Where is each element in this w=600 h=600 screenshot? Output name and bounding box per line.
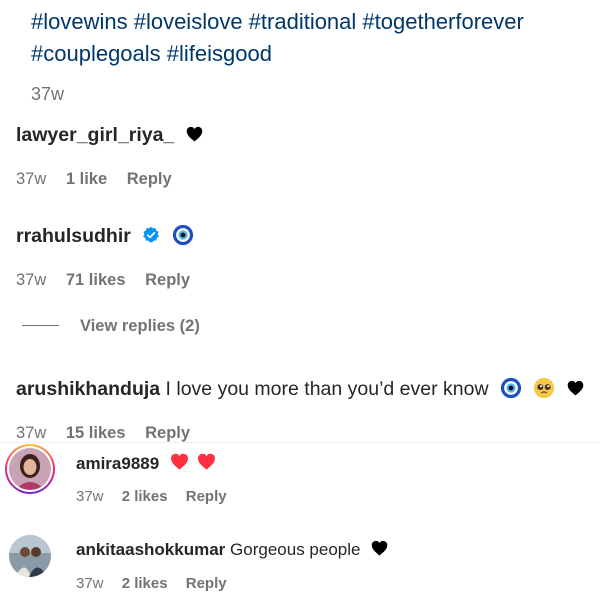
comment-username[interactable]: rrahulsudhir <box>16 225 131 247</box>
black-heart-icon <box>371 540 388 556</box>
black-heart-icon <box>567 380 584 396</box>
comment-item: rrahulsudhir 37w 71 likes Reply <box>16 223 205 290</box>
comment-likes[interactable]: 15 likes <box>66 424 126 443</box>
comment-timestamp[interactable]: 37w <box>16 424 46 443</box>
reply-likes[interactable]: 2 likes <box>122 575 168 592</box>
reply-text: Gorgeous people <box>230 540 361 559</box>
evil-eye-icon <box>500 377 522 399</box>
comment-username[interactable]: arushikhanduja <box>16 378 160 400</box>
avatar <box>9 448 51 490</box>
view-replies-line <box>22 325 59 326</box>
evil-eye-icon <box>172 224 193 246</box>
reply-username[interactable]: ankitaashokkumar <box>76 540 225 559</box>
caption-timestamp[interactable]: 37w <box>31 84 64 105</box>
comment-likes[interactable]: 71 likes <box>66 271 126 290</box>
reply-likes[interactable]: 2 likes <box>122 488 168 505</box>
comment-text: I love you more than you’d ever know <box>165 378 489 400</box>
comment-likes[interactable]: 1 like <box>66 170 107 189</box>
red-heart-icon <box>197 453 215 470</box>
avatar[interactable] <box>9 535 51 577</box>
red-heart-icon <box>170 453 188 470</box>
reply-button[interactable]: Reply <box>145 424 190 443</box>
comment-item: lawyer_girl_riya_ 37w 1 like Reply <box>16 122 203 189</box>
reply-username[interactable]: amira9889 <box>76 454 159 473</box>
comment-item: arushikhanduja I love you more than you’… <box>16 376 584 443</box>
reply-button[interactable]: Reply <box>145 271 190 290</box>
verified-badge-icon <box>143 226 160 243</box>
comment-timestamp[interactable]: 37w <box>16 170 46 189</box>
comment-username[interactable]: lawyer_girl_riya_ <box>16 124 174 146</box>
story-ring[interactable] <box>5 444 55 494</box>
reply-button[interactable]: Reply <box>186 575 227 592</box>
reply-button[interactable]: Reply <box>127 170 172 189</box>
comment-timestamp[interactable]: 37w <box>16 271 46 290</box>
view-replies-button[interactable]: View replies (2) <box>22 317 200 336</box>
reply-button[interactable]: Reply <box>186 488 227 505</box>
section-divider <box>0 442 600 443</box>
post-caption-hashtags[interactable]: #lovewins #loveislove #traditional #toge… <box>31 6 596 70</box>
reply-timestamp[interactable]: 37w <box>76 488 104 505</box>
view-replies-label: View replies (2) <box>80 317 200 335</box>
black-heart-icon <box>186 126 202 142</box>
pleading-face-icon <box>534 377 555 399</box>
reply-timestamp[interactable]: 37w <box>76 575 104 592</box>
